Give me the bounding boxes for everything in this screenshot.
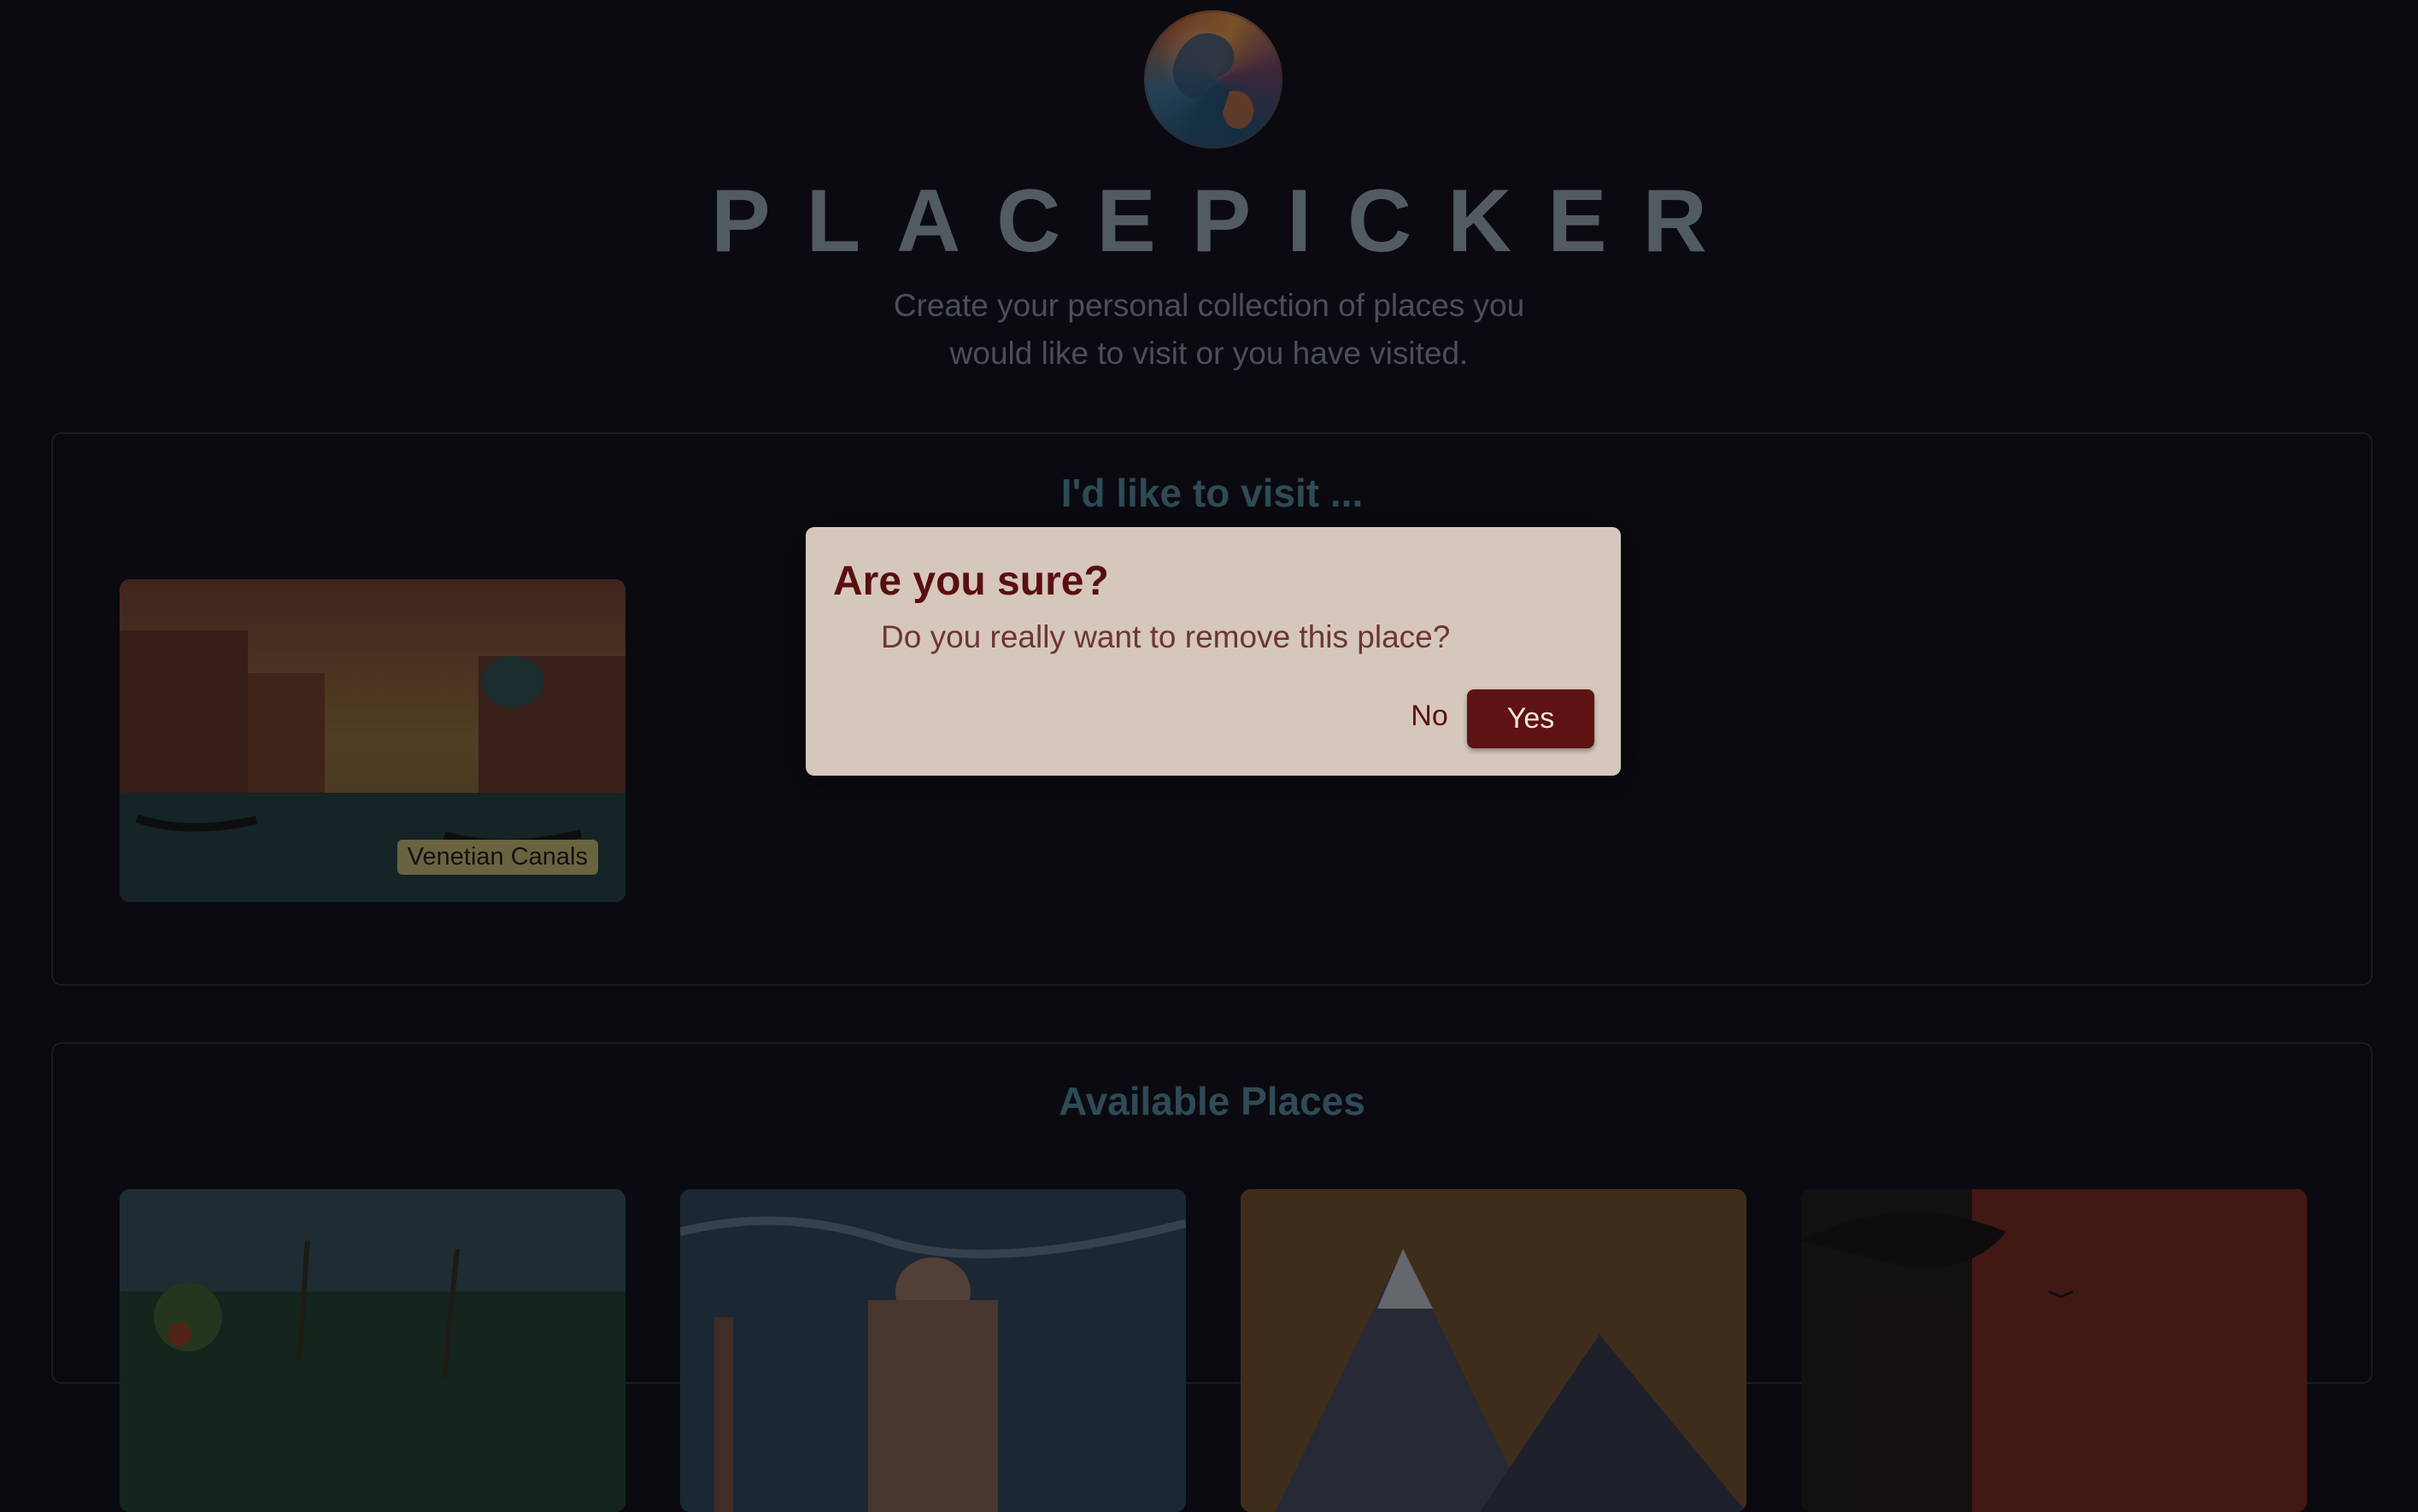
mountain-image (1241, 1189, 1746, 1512)
app-title: PLACEPICKER (711, 172, 1743, 271)
taj-mahal-image (680, 1189, 1186, 1512)
subtitle-line-2: would like to visit or you have visited. (949, 336, 1469, 371)
globe-logo-icon (1144, 10, 1282, 149)
savanna-sunset-image (1801, 1189, 2307, 1512)
dialog-message: Do you really want to remove this place? (881, 619, 1451, 654)
available-place-card[interactable] (120, 1189, 625, 1512)
confirmation-dialog: Are you sure? Do you really want to remo… (806, 527, 1621, 776)
available-places-section: Available Places (51, 1042, 2373, 1512)
tropical-beach-image (120, 1189, 625, 1512)
app-subtitle: Create your personal collection of place… (0, 282, 2418, 378)
available-place-card[interactable] (680, 1189, 1186, 1512)
available-places-heading: Available Places (1059, 1079, 1365, 1123)
no-button[interactable]: No (1395, 689, 1464, 742)
yes-button[interactable]: Yes (1467, 689, 1594, 748)
place-label: Venetian Canals (396, 840, 598, 875)
available-place-card[interactable] (1241, 1189, 1746, 1512)
place-card-venetian-canals[interactable]: Venetian Canals (120, 579, 625, 902)
available-place-card[interactable] (1801, 1189, 2307, 1512)
picked-places-heading: I'd like to visit ... (1060, 471, 1364, 515)
subtitle-line-1: Create your personal collection of place… (893, 288, 1525, 323)
dialog-title: Are you sure? (833, 559, 1109, 604)
